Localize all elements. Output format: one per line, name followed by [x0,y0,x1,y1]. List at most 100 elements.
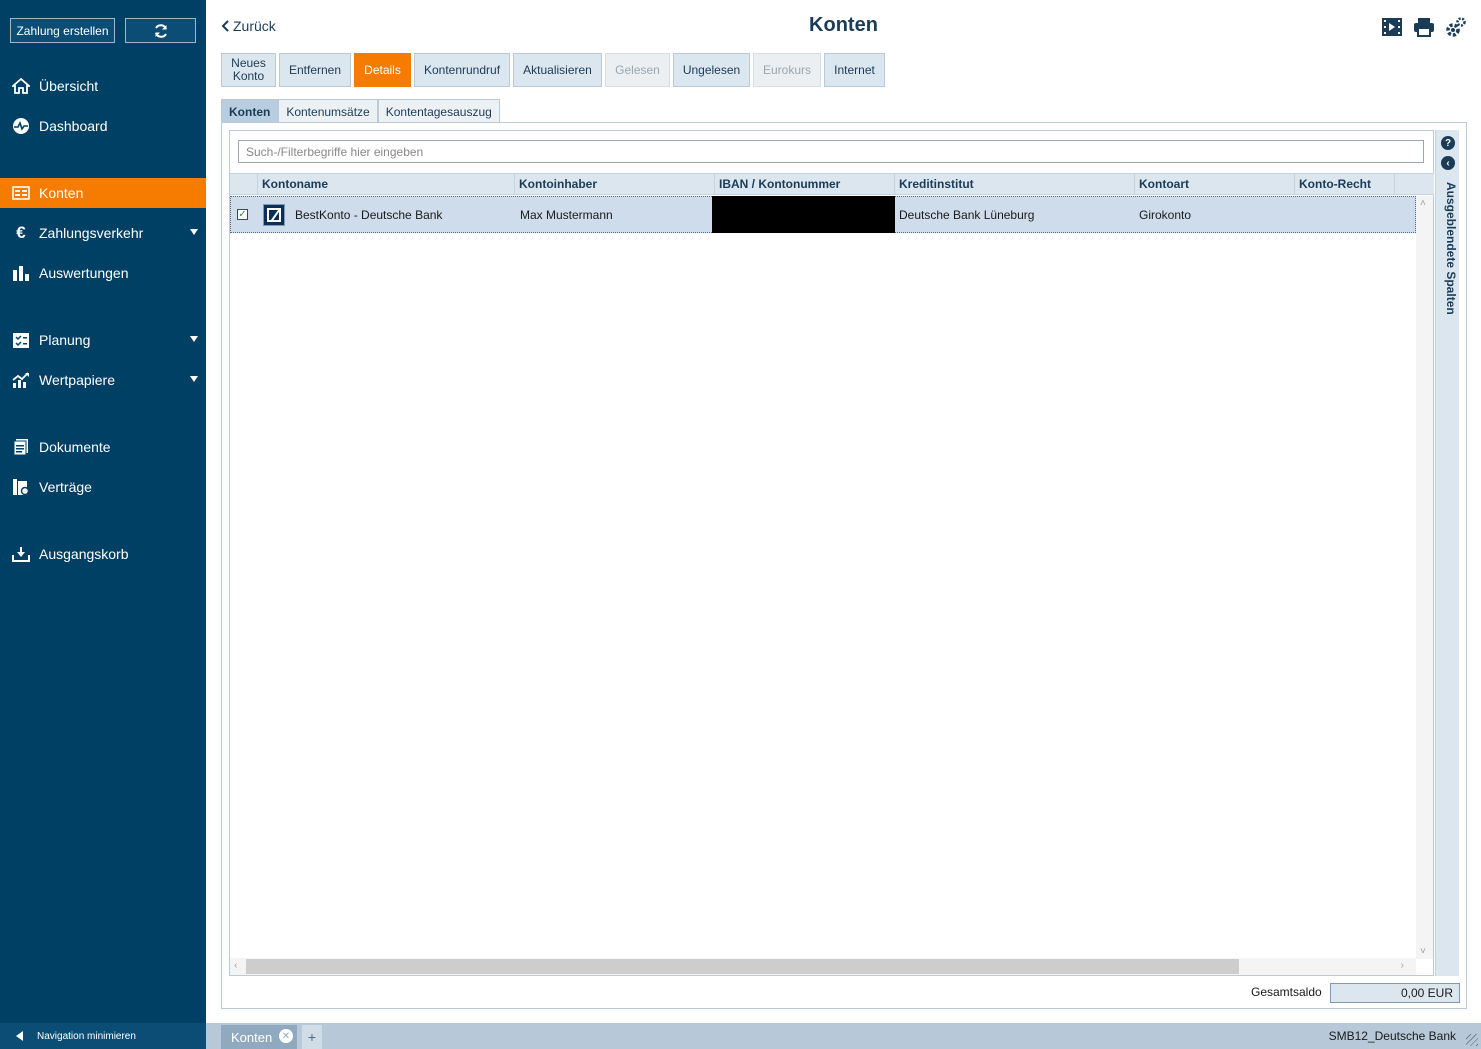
bar-chart-icon [10,265,32,281]
page-title: Konten [809,14,878,36]
sidebar-item-label: Planung [39,332,91,348]
content-tabs: Konten Kontenumsätze Kontentagesauszug [221,99,500,123]
accounts-panel: Such-/Filterbegriffe hier eingeben Konto… [221,122,1467,1009]
vertical-scrollbar[interactable]: ˄ ˅ [1416,196,1433,959]
resize-grip-icon[interactable] [1466,1034,1478,1046]
tab-kontentagesauszug[interactable]: Kontentagesauszug [377,99,500,123]
documents-icon [10,438,32,456]
scroll-down-icon[interactable]: ˅ [1420,946,1426,957]
tab-konten[interactable]: Konten [221,99,279,123]
chevron-down-icon [190,376,198,382]
planning-icon [10,331,32,349]
refresh-accounts-button[interactable]: Aktualisieren [513,53,602,87]
column-header-kontoinhaber[interactable]: Kontoinhaber [515,174,715,194]
mark-unread-button[interactable]: Ungelesen [673,53,750,87]
bottom-tab-bar: Konten ✕ + SMB12_Deutsche Bank [206,1023,1481,1049]
sidebar-item-konten[interactable]: Konten [0,178,206,208]
print-icon[interactable] [1413,16,1435,38]
app-window: Zahlung erstellen Übersicht Dashboard Ko… [0,0,1481,1049]
hidden-columns-label: Ausgeblendete Spalten [1444,182,1458,315]
sidebar-item-label: Dokumente [39,439,111,455]
sidebar-item-dashboard[interactable]: Dashboard [0,111,206,141]
minimize-navigation-label: Navigation minimieren [37,1030,136,1042]
sidebar-item-dokumente[interactable]: Dokumente [0,432,206,462]
sidebar-item-vertraege[interactable]: Verträge [0,472,206,502]
tab-kontenumsaetze[interactable]: Kontenumsätze [278,99,378,123]
add-tab-button[interactable]: + [302,1025,322,1049]
securities-chart-icon [10,372,32,388]
contracts-icon [10,478,32,496]
column-header-konto-recht[interactable]: Konto-Recht [1295,174,1395,194]
column-header-kreditinstitut[interactable]: Kreditinstitut [895,174,1135,194]
sidebar-item-label: Übersicht [39,78,99,94]
column-header-kontoname[interactable]: Kontoname [258,174,515,194]
sidebar-item-ausgangskorb[interactable]: Ausgangskorb [0,539,206,569]
scroll-right-icon[interactable]: › [1401,960,1404,971]
column-header-iban[interactable]: IBAN / Kontonummer [715,174,895,194]
chevron-down-icon [190,229,198,235]
action-toolbar: Neues Konto Entfernen Details Kontenrund… [221,53,885,87]
horizontal-scrollbar[interactable]: ‹ › [230,958,1416,975]
sidebar: Zahlung erstellen Übersicht Dashboard Ko… [0,0,206,1049]
konto-recht-cell [1295,197,1395,232]
horizontal-scroll-thumb[interactable] [246,959,1239,974]
iban-cell-redacted [712,196,895,233]
kontoart-cell: Girokonto [1139,207,1192,222]
chevron-left-icon[interactable]: ‹ [1441,156,1455,170]
sidebar-item-wertpapiere[interactable]: Wertpapiere [0,365,206,395]
sidebar-item-label: Konten [39,185,84,201]
sidebar-item-label: Zahlungsverkehr [39,225,144,241]
status-text: SMB12_Deutsche Bank [1328,1029,1456,1043]
row-select-cell: ✓ [231,197,259,232]
kontoinhaber-cell: Max Mustermann [520,207,613,222]
euro-icon: € [16,223,26,242]
close-icon[interactable]: ✕ [279,1029,293,1043]
triangle-left-icon [16,1031,23,1041]
sidebar-item-uebersicht[interactable]: Übersicht [0,71,206,101]
euro-rate-button[interactable]: Eurokurs [753,53,821,87]
total-balance-value: 0,00 EUR [1330,983,1460,1003]
sidebar-item-label: Wertpapiere [39,372,116,388]
row-checkbox[interactable]: ✓ [237,209,248,220]
new-account-button[interactable]: Neues Konto [221,53,276,87]
open-tab-konten[interactable]: Konten ✕ [221,1025,297,1049]
scroll-left-icon[interactable]: ‹ [234,960,237,971]
sidebar-item-label: Verträge [39,479,92,495]
chevron-down-icon [190,336,198,342]
create-payment-button[interactable]: Zahlung erstellen [10,18,115,43]
column-header-kontoart[interactable]: Kontoart [1135,174,1295,194]
open-tab-label: Konten [231,1029,273,1045]
accounts-grid: Such-/Filterbegriffe hier eingeben Konto… [229,130,1434,976]
sidebar-item-label: Dashboard [39,118,108,134]
help-icon[interactable]: ? [1441,136,1455,150]
refresh-icon [154,23,167,38]
sidebar-item-label: Auswertungen [39,265,129,281]
sidebar-item-label: Ausgangskorb [39,546,129,562]
video-icon[interactable] [1381,16,1403,38]
hidden-columns-rail[interactable]: ? ‹ Ausgeblendete Spalten [1435,130,1459,976]
minimize-navigation-button[interactable]: Navigation minimieren [0,1023,206,1049]
outbox-icon [10,546,32,562]
kontenrundruf-button[interactable]: Kontenrundruf [414,53,510,87]
mark-read-button[interactable]: Gelesen [605,53,670,87]
accounts-icon [10,186,32,200]
kontoname-cell: BestKonto - Deutsche Bank [259,197,516,232]
sidebar-item-planung[interactable]: Planung [0,325,206,355]
details-button[interactable]: Details [354,53,411,87]
table-row[interactable]: ✓ BestKonto - Deutsche Bank Max Musterma… [230,196,1416,233]
refresh-button[interactable] [125,18,196,43]
settings-icon[interactable] [1445,16,1467,38]
internet-button[interactable]: Internet [824,53,885,87]
kontoname-value: BestKonto - Deutsche Bank [295,207,443,222]
table-header: Kontoname Kontoinhaber IBAN / Kontonumme… [230,173,1434,195]
column-header-select[interactable] [230,174,258,194]
search-input[interactable]: Such-/Filterbegriffe hier eingeben [238,140,1424,163]
sidebar-item-zahlungsverkehr[interactable]: € Zahlungsverkehr [0,218,206,248]
remove-button[interactable]: Entfernen [279,53,351,87]
home-icon [10,78,32,94]
deutsche-bank-logo-icon [263,203,285,226]
sidebar-item-auswertungen[interactable]: Auswertungen [0,258,206,288]
dashboard-icon [10,117,32,135]
scroll-up-icon[interactable]: ˄ [1420,198,1426,209]
page-header: Zurück Konten [206,0,1481,50]
